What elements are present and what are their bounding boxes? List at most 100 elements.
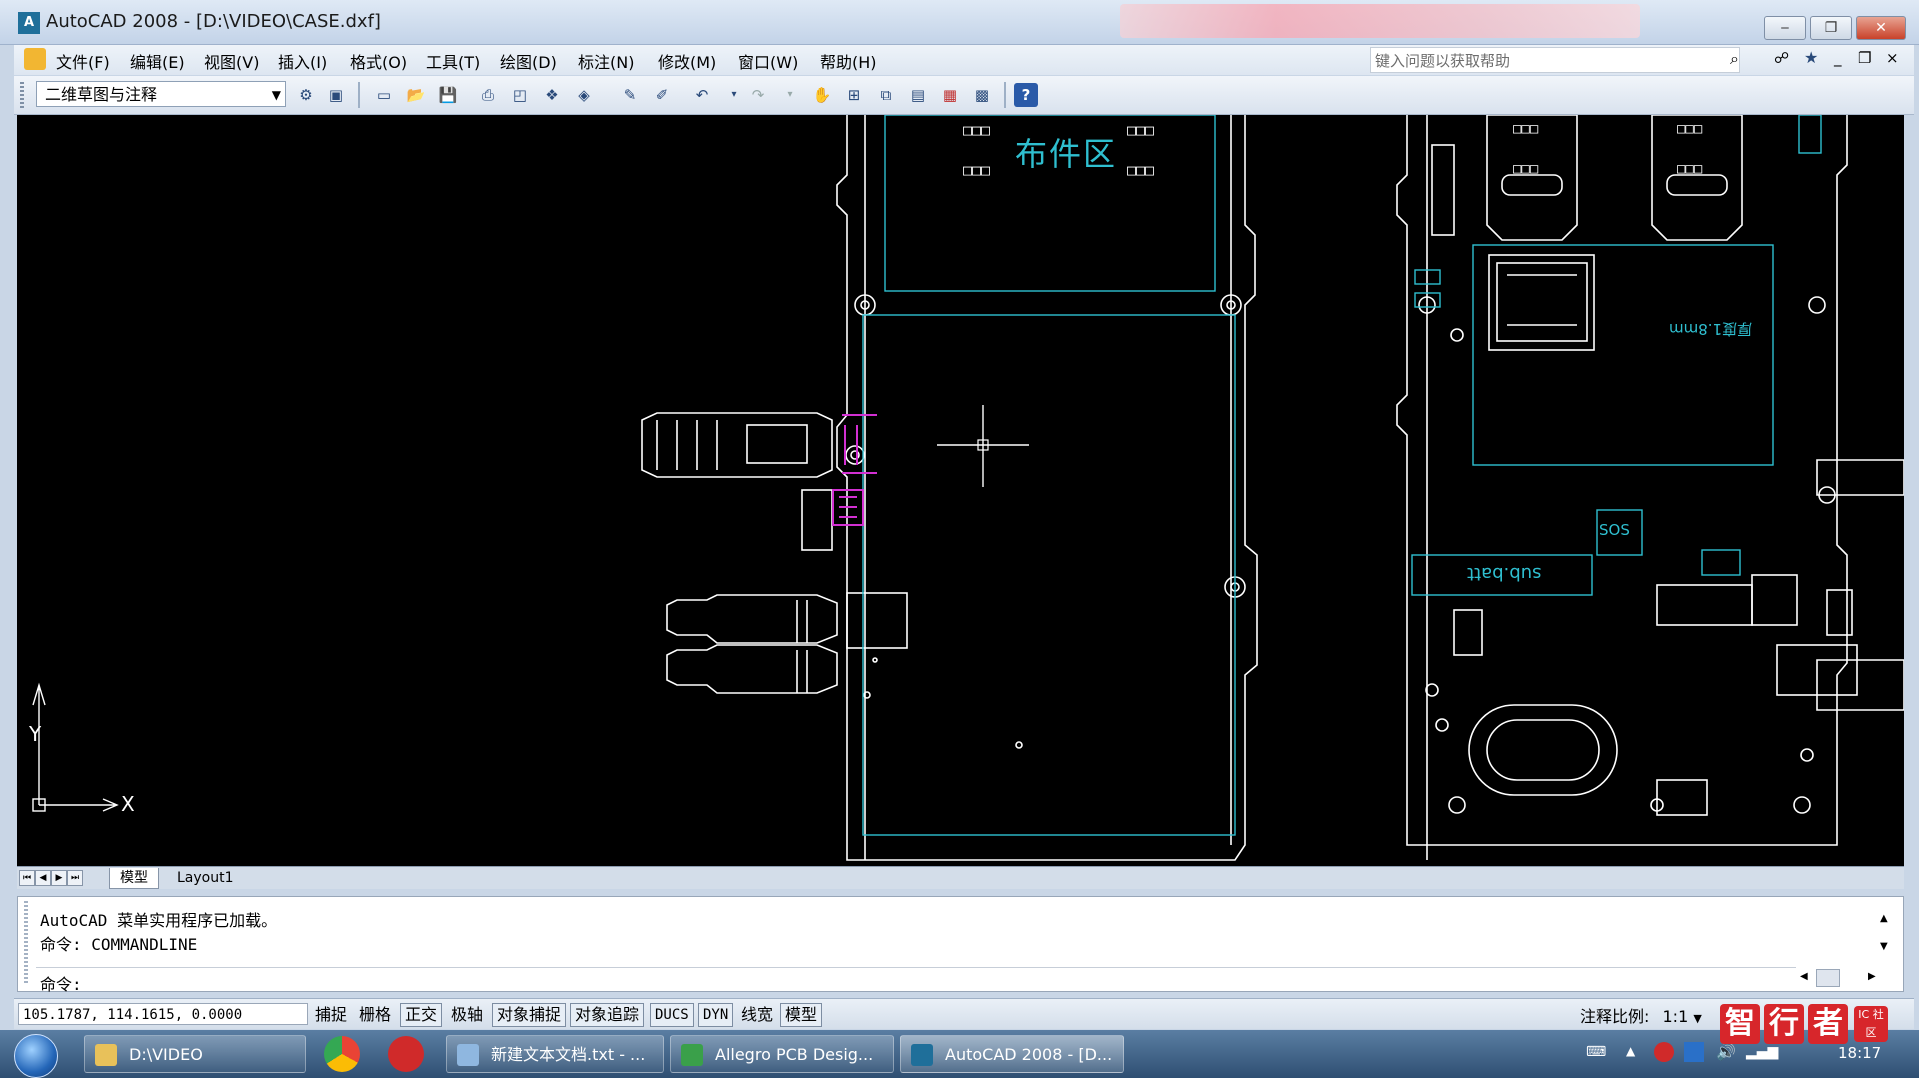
sim2-label: □□□ <box>1677 121 1703 137</box>
ducs-toggle[interactable]: DUCS <box>650 1003 694 1027</box>
keyboard-icon[interactable]: ⌨ <box>1586 1044 1606 1060</box>
menu-help[interactable]: 帮助(H) <box>820 49 877 73</box>
menu-format[interactable]: 格式(O) <box>350 49 407 73</box>
doc-restore-button[interactable]: ❐ <box>1858 49 1871 67</box>
notepad-icon <box>457 1044 479 1066</box>
redo-icon[interactable]: ↷ <box>746 83 770 107</box>
workspace-settings-icon[interactable]: ⚙ <box>294 83 318 107</box>
task-notepad[interactable]: 新建文本文档.txt - ... <box>446 1035 664 1073</box>
match-properties-icon[interactable]: ✎ <box>618 83 642 107</box>
zoom-realtime-icon[interactable]: ⊞ <box>842 83 866 107</box>
taskbar: D:\VIDEO 新建文本文档.txt - ... Allegro PCB De… <box>0 1030 1919 1078</box>
help-icon[interactable]: ? <box>1014 83 1038 107</box>
volume-icon[interactable]: 🔊 <box>1716 1042 1736 1061</box>
annotation-scale[interactable]: 注释比例: 1:1 ▼ <box>1580 1003 1702 1027</box>
menu-modify[interactable]: 修改(M) <box>658 49 716 73</box>
menu-insert[interactable]: 插入(I) <box>278 49 327 73</box>
model-toggle[interactable]: 模型 <box>780 1003 823 1027</box>
blurred-region <box>1120 4 1640 38</box>
snap-toggle[interactable]: 捕捉 <box>310 1003 352 1027</box>
next-tab-icon[interactable]: ▶ <box>51 870 67 886</box>
block-editor-icon[interactable]: ✐ <box>650 83 674 107</box>
menu-bar: 文件(F) 编辑(E) 视图(V) 插入(I) 格式(O) 工具(T) 绘图(D… <box>14 45 1914 75</box>
command-window-grip[interactable] <box>24 901 28 985</box>
quick-launch-icon[interactable] <box>388 1036 424 1072</box>
chevron-down-icon: ▼ <box>1693 1012 1702 1025</box>
menu-file[interactable]: 文件(F) <box>56 49 110 73</box>
show-hidden-icons-icon[interactable]: ▲ <box>1626 1044 1635 1058</box>
plot-icon[interactable]: ⎙ <box>476 83 500 107</box>
new-icon[interactable]: ▭ <box>372 83 396 107</box>
task-autocad[interactable]: AutoCAD 2008 - [D... <box>900 1035 1124 1073</box>
menu-view[interactable]: 视图(V) <box>204 49 259 73</box>
placeholder-box-label: □□□ <box>963 121 991 139</box>
last-tab-icon[interactable]: ⏭ <box>67 870 83 886</box>
ortho-toggle[interactable]: 正交 <box>400 1003 443 1027</box>
zoom-window-icon[interactable]: ⧉ <box>874 83 898 107</box>
toolbar-separator <box>358 82 360 108</box>
tab-layout1[interactable]: Layout1 <box>167 868 244 888</box>
tab-model[interactable]: 模型 <box>109 868 159 889</box>
plot-preview-icon[interactable]: ◰ <box>508 83 532 107</box>
scroll-down-icon[interactable]: ▼ <box>1880 941 1888 952</box>
scroll-right-icon[interactable]: ▶ <box>1868 971 1876 982</box>
redo-dropdown-icon[interactable]: ▾ <box>778 83 802 107</box>
polar-toggle[interactable]: 极轴 <box>446 1003 488 1027</box>
publish-icon[interactable]: ❖ <box>540 83 564 107</box>
properties-icon[interactable]: ▤ <box>906 83 930 107</box>
status-bar: 105.1787, 114.1615, 0.0000 捕捉 栅格 正交 极轴 对… <box>14 998 1914 1029</box>
first-tab-icon[interactable]: ⏮ <box>19 870 35 886</box>
command-input[interactable] <box>128 969 1788 989</box>
dyn-toggle[interactable]: DYN <box>698 1003 734 1027</box>
network-app-icon[interactable] <box>1684 1042 1704 1062</box>
network-icon[interactable]: ▂▄▆ <box>1746 1044 1778 1060</box>
workspace-select[interactable]: 二维草图与注释 ▼ <box>36 81 286 107</box>
favorites-star-icon[interactable]: ★ <box>1804 48 1818 67</box>
search-icon[interactable]: ⌕ <box>1730 49 1739 69</box>
pan-icon[interactable]: ✋ <box>810 83 834 107</box>
coordinates-readout[interactable]: 105.1787, 114.1615, 0.0000 <box>18 1003 308 1025</box>
grid-toggle[interactable]: 栅格 <box>354 1003 396 1027</box>
close-button[interactable]: ✕ <box>1856 16 1906 40</box>
clock[interactable]: 18:17 <box>1838 1044 1881 1062</box>
task-explorer[interactable]: D:\VIDEO <box>84 1035 306 1073</box>
maximize-button[interactable]: ❐ <box>1810 16 1852 40</box>
chevron-down-icon: ▼ <box>271 88 281 102</box>
osnap-toggle[interactable]: 对象捕捉 <box>492 1003 567 1027</box>
minimize-button[interactable]: ‒ <box>1764 16 1806 40</box>
undo-icon[interactable]: ↶ <box>690 83 714 107</box>
lineweight-toggle[interactable]: 线宽 <box>736 1003 778 1027</box>
communication-center-icon[interactable]: ☍ <box>1774 49 1789 67</box>
otrack-toggle[interactable]: 对象追踪 <box>570 1003 645 1027</box>
help-search-input[interactable]: 键入问题以获取帮助 <box>1370 47 1740 73</box>
3d-dwf-icon[interactable]: ◈ <box>572 83 596 107</box>
start-button[interactable] <box>14 1034 58 1078</box>
tray-app-icon[interactable] <box>1654 1042 1674 1062</box>
design-center-icon[interactable]: ▦ <box>938 83 962 107</box>
quickcalc-icon[interactable]: ▩ <box>970 83 994 107</box>
prev-tab-icon[interactable]: ◀ <box>35 870 51 886</box>
open-icon[interactable]: 📂 <box>404 83 428 107</box>
drawing-canvas[interactable]: 布件区 □□□ □□□ □□□ □□□ □□□ □□□ □□□ □□□ 厚度1.… <box>17 115 1904 866</box>
doc-minimize-button[interactable]: _ <box>1834 49 1842 67</box>
undo-dropdown-icon[interactable]: ▾ <box>722 83 746 107</box>
horizontal-scroll-thumb[interactable] <box>1816 969 1840 987</box>
task-explorer-label: D:\VIDEO <box>129 1045 203 1064</box>
toolbar-grip[interactable] <box>20 82 24 108</box>
scroll-up-icon[interactable]: ▲ <box>1880 913 1888 924</box>
command-separator <box>36 967 1796 968</box>
autocad-app-icon[interactable]: A <box>18 12 40 34</box>
menu-window[interactable]: 窗口(W) <box>738 49 798 73</box>
doc-close-button[interactable]: × <box>1886 49 1899 67</box>
menu-draw[interactable]: 绘图(D) <box>500 49 557 73</box>
folder-icon <box>95 1044 117 1066</box>
scroll-left-icon[interactable]: ◀ <box>1800 971 1808 982</box>
menu-tools[interactable]: 工具(T) <box>426 49 480 73</box>
chrome-icon[interactable] <box>324 1036 360 1072</box>
workspace-icon[interactable]: ▣ <box>324 83 348 107</box>
menu-edit[interactable]: 编辑(E) <box>130 49 185 73</box>
task-allegro[interactable]: Allegro PCB Desig... <box>670 1035 894 1073</box>
save-icon[interactable]: 💾 <box>436 83 460 107</box>
document-icon[interactable] <box>24 48 46 70</box>
menu-dimension[interactable]: 标注(N) <box>578 49 634 73</box>
